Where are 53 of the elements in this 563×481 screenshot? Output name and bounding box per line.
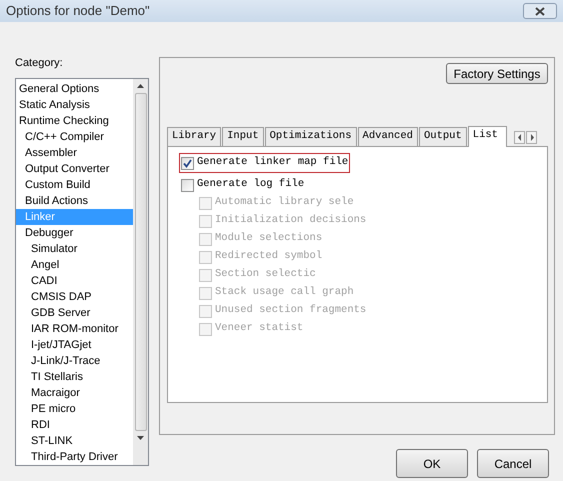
category-item[interactable]: ST-LINK	[16, 433, 133, 449]
category-item[interactable]: Custom Build	[16, 177, 133, 193]
factory-settings-button[interactable]: Factory Settings	[446, 63, 548, 84]
checkbox[interactable]	[181, 178, 194, 192]
category-item[interactable]: CADI	[16, 273, 133, 289]
checkbox-label: Veneer statist	[215, 321, 304, 336]
checkbox-label: Redirected symbol	[215, 249, 322, 264]
category-item[interactable]: PE micro	[16, 401, 133, 417]
scrollbar-thumb[interactable]	[134, 93, 146, 431]
window-title: Options for node "Demo"	[6, 2, 150, 20]
category-item[interactable]: Static Analysis	[16, 97, 133, 113]
category-item[interactable]: Output Converter	[16, 161, 133, 177]
checkbox-label: Section selectic	[215, 267, 316, 282]
close-button[interactable]	[523, 3, 557, 19]
category-item[interactable]: J-Link/J-Trace	[16, 353, 133, 369]
dialog-button[interactable]: OK	[396, 449, 468, 478]
left-arrow-icon	[515, 132, 524, 143]
category-item[interactable]: Build Actions	[16, 193, 133, 209]
category-item[interactable]: General Options	[16, 81, 133, 97]
category-item[interactable]: Assembler	[16, 145, 133, 161]
category-item[interactable]: Debugger	[16, 225, 133, 241]
category-item[interactable]: CMSIS DAP	[16, 289, 133, 305]
category-item[interactable]: Angel	[16, 257, 133, 273]
checkbox-label: Initialization decisions	[215, 213, 366, 228]
tab[interactable]: Output	[418, 127, 467, 146]
checkbox-label: Generate linker map file	[197, 155, 348, 170]
dialog-button[interactable]: Cancel	[477, 449, 549, 478]
tab[interactable]: List	[468, 126, 507, 147]
checkbox-label: Automatic library sele	[215, 195, 354, 210]
checkbox-label: Unused section fragments	[215, 303, 366, 318]
category-item[interactable]: Simulator	[16, 241, 133, 257]
category-item[interactable]: Third-Party Driver	[16, 449, 133, 465]
checkbox[interactable]	[181, 156, 194, 170]
scrollbar[interactable]	[133, 79, 148, 465]
category-label: Category:	[15, 57, 64, 70]
checkbox-label: Generate log file	[197, 177, 304, 192]
close-icon	[535, 6, 545, 16]
tab-scroll-left-button[interactable]	[514, 131, 525, 144]
tab-scroll-right-button[interactable]	[526, 131, 537, 144]
category-item[interactable]: C/C++ Compiler	[16, 129, 133, 145]
tab[interactable]: Optimizations	[264, 127, 357, 146]
category-item[interactable]: I-jet/JTAGjet	[16, 337, 133, 353]
category-item[interactable]: Macraigor	[16, 385, 133, 401]
checkbox-label: Stack usage call graph	[215, 285, 354, 300]
category-item[interactable]: IAR ROM-monitor	[16, 321, 133, 337]
checkbox-label: Module selections	[215, 231, 322, 246]
tab[interactable]: Library	[167, 127, 222, 146]
tab[interactable]: Input	[222, 127, 264, 146]
category-item[interactable]: GDB Server	[16, 305, 133, 321]
category-item[interactable]: Runtime Checking	[16, 113, 133, 129]
tab[interactable]: Advanced	[358, 127, 418, 146]
category-item[interactable]: RDI	[16, 417, 133, 433]
category-item[interactable]: TI Stellaris	[16, 369, 133, 385]
